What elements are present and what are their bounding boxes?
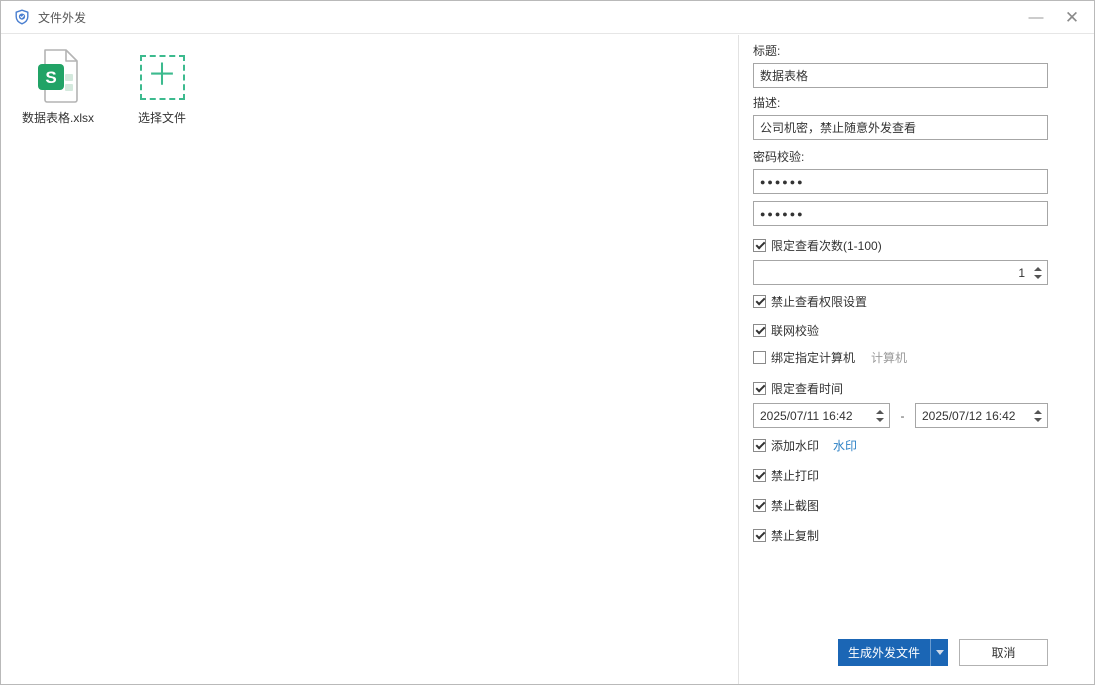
- excel-file-icon: S: [31, 47, 85, 105]
- forbid-copy-label: 禁止复制: [771, 527, 819, 544]
- spinner-down-icon[interactable]: [876, 418, 884, 422]
- online-check-label: 联网校验: [771, 322, 819, 339]
- forbid-permission-row: 禁止查看权限设置: [753, 294, 1095, 309]
- watermark-checkbox[interactable]: [753, 439, 766, 452]
- spinner-down-icon[interactable]: [1034, 275, 1042, 279]
- time-range-row: -: [753, 403, 1095, 428]
- file-item-xlsx[interactable]: S 数据表格.xlsx: [19, 47, 97, 672]
- forbid-print-label: 禁止打印: [771, 467, 819, 484]
- window-controls: — ✕: [1018, 1, 1090, 34]
- description-label: 描述:: [753, 96, 1095, 110]
- forbid-print-checkbox[interactable]: [753, 469, 766, 482]
- spinner-down-icon[interactable]: [1034, 418, 1042, 422]
- minimize-button[interactable]: —: [1018, 1, 1054, 34]
- watermark-label: 添加水印: [771, 437, 819, 454]
- time-range-separator: -: [890, 409, 915, 423]
- files-area: S 数据表格.xlsx ＋ 选择文件: [1, 35, 738, 684]
- password-input[interactable]: [753, 169, 1048, 194]
- start-time-spinner[interactable]: [876, 403, 884, 428]
- forbid-permission-label: 禁止查看权限设置: [771, 293, 867, 310]
- bind-computer-row: 绑定指定计算机 计算机: [753, 350, 1095, 365]
- excel-letter: S: [45, 68, 56, 87]
- plus-icon: ＋: [147, 61, 177, 91]
- end-time-spinner[interactable]: [1034, 403, 1042, 428]
- computer-link[interactable]: 计算机: [871, 349, 907, 366]
- title-label: 标题:: [753, 44, 1095, 58]
- window-title: 文件外发: [38, 9, 86, 26]
- start-time-input[interactable]: [753, 403, 890, 428]
- spinner-up-icon[interactable]: [1034, 410, 1042, 414]
- titlebar: 文件外发 — ✕: [1, 1, 1094, 34]
- watermark-row: 添加水印 水印: [753, 438, 1095, 453]
- generate-dropdown-button[interactable]: [930, 639, 948, 666]
- forbid-copy-row: 禁止复制: [753, 528, 1095, 543]
- generate-split-button[interactable]: 生成外发文件: [838, 639, 948, 666]
- description-input[interactable]: [753, 115, 1048, 140]
- settings-panel: 标题: 描述: 密码校验: 限定查看次数(1-100) 禁止查看权限设置 联网校…: [738, 35, 1095, 684]
- online-check-row: 联网校验: [753, 323, 1095, 338]
- limit-views-checkbox[interactable]: [753, 239, 766, 252]
- view-count-spinner[interactable]: [1034, 260, 1042, 285]
- view-count-input[interactable]: [753, 260, 1048, 285]
- forbid-copy-checkbox[interactable]: [753, 529, 766, 542]
- add-file-dropzone[interactable]: ＋: [140, 55, 185, 100]
- forbid-screenshot-label: 禁止截图: [771, 497, 819, 514]
- limit-views-label: 限定查看次数(1-100): [771, 237, 882, 254]
- bind-computer-label: 绑定指定计算机: [771, 349, 855, 366]
- file-name: 数据表格.xlsx: [22, 109, 94, 126]
- limit-views-row: 限定查看次数(1-100): [753, 238, 1095, 253]
- select-file-button[interactable]: ＋ 选择文件: [123, 47, 201, 672]
- forbid-permission-checkbox[interactable]: [753, 295, 766, 308]
- password-label: 密码校验:: [753, 150, 1095, 164]
- cancel-button[interactable]: 取消: [959, 639, 1048, 666]
- generate-button[interactable]: 生成外发文件: [838, 639, 930, 666]
- limit-time-label: 限定查看时间: [771, 380, 843, 397]
- shield-check-icon: [14, 9, 30, 25]
- close-button[interactable]: ✕: [1054, 1, 1090, 34]
- forbid-screenshot-checkbox[interactable]: [753, 499, 766, 512]
- forbid-screenshot-row: 禁止截图: [753, 498, 1095, 513]
- password-confirm-input[interactable]: [753, 201, 1048, 226]
- file-export-dialog: 文件外发 — ✕ S 数据表格.xlsx ＋: [0, 0, 1095, 685]
- end-time-input[interactable]: [915, 403, 1048, 428]
- limit-time-row: 限定查看时间: [753, 381, 1095, 396]
- watermark-link[interactable]: 水印: [833, 437, 857, 454]
- footer-actions: 生成外发文件 取消: [838, 639, 1048, 666]
- online-check-checkbox[interactable]: [753, 324, 766, 337]
- title-input[interactable]: [753, 63, 1048, 88]
- bind-computer-checkbox[interactable]: [753, 351, 766, 364]
- select-file-label: 选择文件: [138, 109, 186, 126]
- spinner-up-icon[interactable]: [1034, 267, 1042, 271]
- limit-time-checkbox[interactable]: [753, 382, 766, 395]
- forbid-print-row: 禁止打印: [753, 468, 1095, 483]
- spinner-up-icon[interactable]: [876, 410, 884, 414]
- chevron-down-icon: [936, 650, 944, 655]
